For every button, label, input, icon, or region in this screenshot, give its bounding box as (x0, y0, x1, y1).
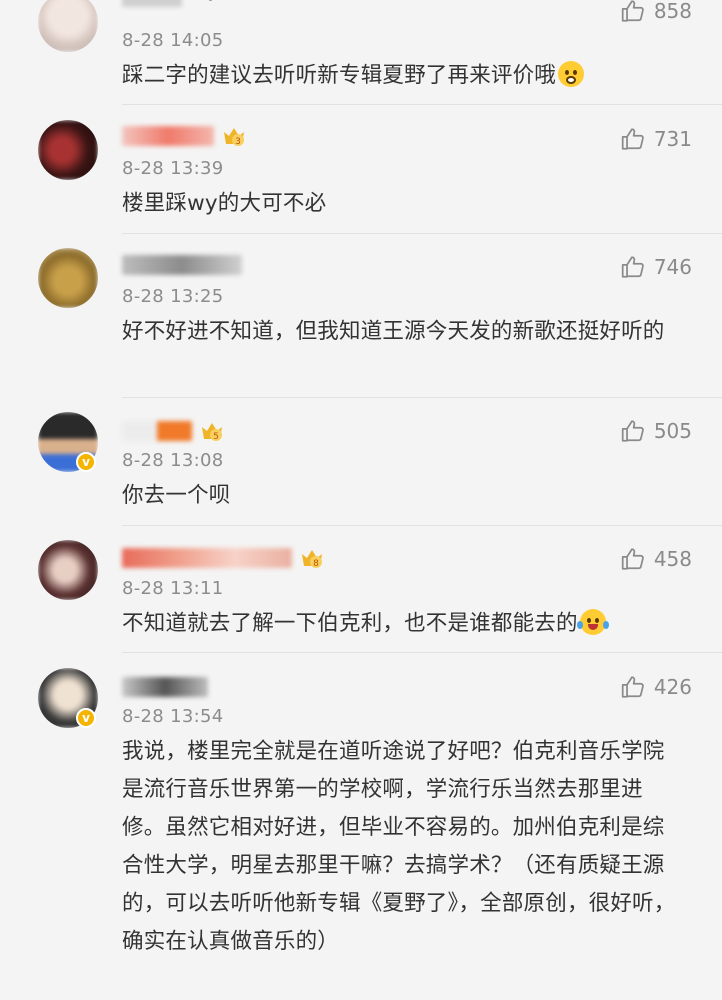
thumbs-up-icon (621, 420, 644, 442)
avatar[interactable] (38, 540, 98, 600)
username[interactable]: 8 (122, 547, 324, 569)
comment-text-body: 踩二字的建议去听听新专辑夏野了再来评价哦 (122, 63, 557, 88)
thumbs-up-icon (621, 256, 644, 278)
like-count: 458 (653, 547, 692, 571)
thumbs-up-icon (621, 548, 644, 570)
divider (122, 397, 722, 398)
like-count: 731 (653, 127, 692, 151)
username[interactable] (122, 254, 242, 276)
like-button[interactable]: 858 (620, 0, 692, 24)
vip-level: 5 (213, 432, 219, 442)
avatar[interactable] (38, 248, 98, 308)
like-button[interactable]: 746 (620, 254, 692, 280)
comment-time: 8-28 14:05 (122, 30, 224, 51)
comment-text: 楼里踩wy的大可不必 (122, 191, 327, 216)
vip-level: 8 (313, 559, 319, 569)
comment-text: 好不好进不知道，但我知道王源今天发的新歌还挺好听的 (122, 319, 665, 344)
thumbs-up-icon (621, 676, 644, 698)
username[interactable]: 5 (122, 420, 224, 442)
comment-text: 你去一个呗 (122, 483, 231, 508)
vip-badge-icon: 3 (222, 125, 246, 147)
comment-text: 我说，楼里完全就是在道听途说了好吧？伯克利音乐学院是流行音乐世界第一的学校啊，学… (122, 739, 676, 954)
like-count: 505 (653, 419, 692, 443)
username[interactable] (122, 0, 212, 8)
divider (122, 104, 722, 105)
laugh-cry-icon (576, 609, 609, 635)
like-count: 426 (653, 675, 692, 699)
verified-badge-icon: v (76, 708, 96, 728)
username[interactable]: 3 (122, 125, 246, 147)
divider (122, 233, 722, 234)
divider (122, 525, 722, 526)
thumbs-up-icon (621, 0, 644, 22)
comment-text: 踩二字的建议去听听新专辑夏野了再来评价哦 (122, 57, 682, 95)
comment-time: 8-28 13:25 (122, 286, 224, 307)
avatar[interactable] (38, 120, 98, 180)
vip-badge-icon: 5 (200, 420, 224, 442)
comment-time: 8-28 13:54 (122, 706, 224, 727)
verified-badge-icon: v (76, 452, 96, 472)
like-button[interactable]: 426 (620, 674, 692, 700)
thumbs-up-icon (621, 128, 644, 150)
comment-text-body: 不知道就去了解一下伯克利，也不是谁都能去的 (122, 611, 578, 636)
divider (122, 652, 722, 653)
comment-text: 不知道就去了解一下伯克利，也不是谁都能去的 (122, 605, 682, 643)
like-count: 858 (653, 0, 692, 23)
vip-badge-icon: 8 (300, 547, 324, 569)
like-button[interactable]: 458 (620, 546, 692, 572)
comment-time: 8-28 13:11 (122, 578, 224, 599)
comment-time: 8-28 13:39 (122, 158, 224, 179)
vip-level: 3 (235, 137, 241, 147)
like-button[interactable]: 505 (620, 418, 692, 444)
like-button[interactable]: 731 (620, 126, 692, 152)
comment-list: 8-28 14:05 踩二字的建议去听听新专辑夏野了再来评价哦 858 3 8-… (0, 0, 722, 1000)
scared-face-icon (558, 61, 585, 87)
username[interactable] (122, 676, 208, 698)
avatar[interactable] (38, 0, 98, 52)
comment-time: 8-28 13:08 (122, 450, 224, 471)
like-count: 746 (653, 255, 692, 279)
